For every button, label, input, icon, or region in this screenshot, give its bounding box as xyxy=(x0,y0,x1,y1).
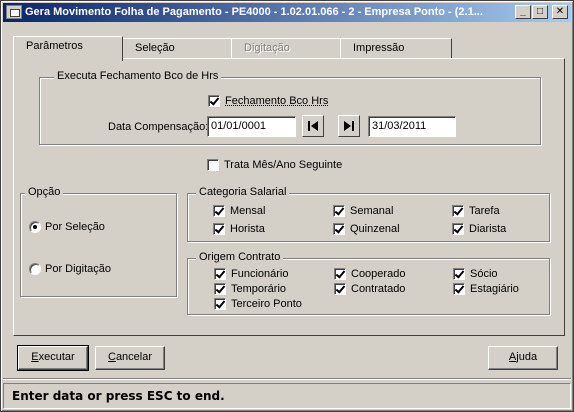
status-separator xyxy=(3,378,571,380)
fechamento-group-label: Executa Fechamento Bco de Hrs xyxy=(54,70,222,82)
tab-parametros[interactable]: Parâmetros xyxy=(13,36,123,61)
checkbox-diarista-label[interactable]: Diarista xyxy=(469,223,506,235)
checkbox-mensal[interactable] xyxy=(213,205,225,217)
status-text: Enter data or press ESC to end. xyxy=(12,389,225,403)
fechamento-checkbox[interactable] xyxy=(208,95,220,107)
checkbox-terceiro-ponto[interactable] xyxy=(214,298,226,310)
status-bar: Enter data or press ESC to end. xyxy=(3,383,571,409)
app-window-icon xyxy=(6,5,22,19)
ajuda-button[interactable]: Ajuda xyxy=(488,346,558,370)
checkbox-cooperado[interactable] xyxy=(334,268,346,280)
tab-digitacao[interactable]: Digitação xyxy=(231,38,341,60)
skip-first-icon xyxy=(308,121,318,131)
tab-panel-parametros: Executa Fechamento Bco de Hrs Fechamento… xyxy=(13,58,565,336)
tab-label: Digitação xyxy=(244,42,290,54)
checkbox-terceiro-ponto-label[interactable]: Terceiro Ponto xyxy=(231,298,302,310)
checkbox-socio-label[interactable]: Sócio xyxy=(470,268,498,280)
checkbox-temporario[interactable] xyxy=(214,283,226,295)
radio-por-selecao[interactable] xyxy=(29,221,41,233)
radio-por-digitacao[interactable] xyxy=(29,263,41,275)
tab-impressao[interactable]: Impressão xyxy=(340,38,452,60)
radio-por-digitacao-label[interactable]: Por Digitação xyxy=(45,263,111,275)
cancelar-accel: C xyxy=(107,351,116,363)
checkbox-diarista[interactable] xyxy=(452,223,464,235)
checkbox-semanal[interactable] xyxy=(333,205,345,217)
main-window: Gera Movimento Folha de Pagamento - PE40… xyxy=(0,0,574,412)
tab-label: Seleção xyxy=(135,42,175,54)
maximize-button[interactable]: □ xyxy=(532,5,548,19)
checkbox-contratado[interactable] xyxy=(334,283,346,295)
ajuda-label: juda xyxy=(516,351,538,363)
executar-button[interactable]: Executar xyxy=(17,345,89,371)
date-to-input[interactable]: 31/03/2011 xyxy=(368,116,456,137)
checkbox-estagiario[interactable] xyxy=(453,283,465,295)
opcao-group: Opção xyxy=(20,186,177,297)
checkbox-quinzenal-label[interactable]: Quinzenal xyxy=(350,223,400,235)
tab-selecao[interactable]: Seleção xyxy=(122,38,232,60)
categoria-group-label: Categoria Salarial xyxy=(196,186,290,198)
executar-accel: E xyxy=(31,351,39,363)
checkbox-semanal-label[interactable]: Semanal xyxy=(350,205,393,217)
trata-mes-ano-label[interactable]: Trata Mês/Ano Seguinte xyxy=(224,159,342,171)
window-title: Gera Movimento Folha de Pagamento - PE40… xyxy=(25,6,483,18)
radio-por-selecao-label[interactable]: Por Seleção xyxy=(45,221,105,233)
skip-last-icon xyxy=(344,121,354,131)
last-record-button[interactable] xyxy=(338,115,360,137)
checkbox-tarefa[interactable] xyxy=(452,205,464,217)
cancelar-label: ancelar xyxy=(115,351,153,363)
checkbox-socio[interactable] xyxy=(453,268,465,280)
checkbox-estagiario-label[interactable]: Estagiário xyxy=(470,283,519,295)
fechamento-checkbox-label[interactable]: Fechamento Bco Hrs xyxy=(225,95,328,107)
cancelar-button[interactable]: Cancelar xyxy=(95,346,165,370)
opcao-group-label: Opção xyxy=(25,186,64,198)
checkbox-funcionario[interactable] xyxy=(214,268,226,280)
date-from-input[interactable]: 01/01/0001 xyxy=(207,116,296,137)
data-compensacao-label: Data Compensação: xyxy=(108,121,209,133)
tab-label: Impressão xyxy=(353,42,405,54)
checkbox-horista[interactable] xyxy=(213,223,225,235)
minimize-button[interactable]: _ xyxy=(515,5,531,19)
checkbox-mensal-label[interactable]: Mensal xyxy=(230,205,265,217)
close-button[interactable]: ✕ xyxy=(552,5,568,19)
tab-label: Parâmetros xyxy=(26,40,83,52)
checkbox-horista-label[interactable]: Horista xyxy=(230,223,265,235)
checkbox-cooperado-label[interactable]: Cooperado xyxy=(351,268,405,280)
tab-strip: Parâmetros Seleção Digitação Impressão xyxy=(13,36,453,61)
checkbox-quinzenal[interactable] xyxy=(333,223,345,235)
trata-mes-ano-checkbox[interactable] xyxy=(207,159,219,171)
first-record-button[interactable] xyxy=(302,115,324,137)
checkbox-funcionario-label[interactable]: Funcionário xyxy=(231,268,288,280)
executar-label: xecutar xyxy=(38,351,75,363)
checkbox-temporario-label[interactable]: Temporário xyxy=(231,283,286,295)
checkbox-contratado-label[interactable]: Contratado xyxy=(351,283,405,295)
checkbox-tarefa-label[interactable]: Tarefa xyxy=(469,205,500,217)
title-bar[interactable]: Gera Movimento Folha de Pagamento - PE40… xyxy=(3,3,571,22)
origem-group-label: Origem Contrato xyxy=(196,251,284,263)
